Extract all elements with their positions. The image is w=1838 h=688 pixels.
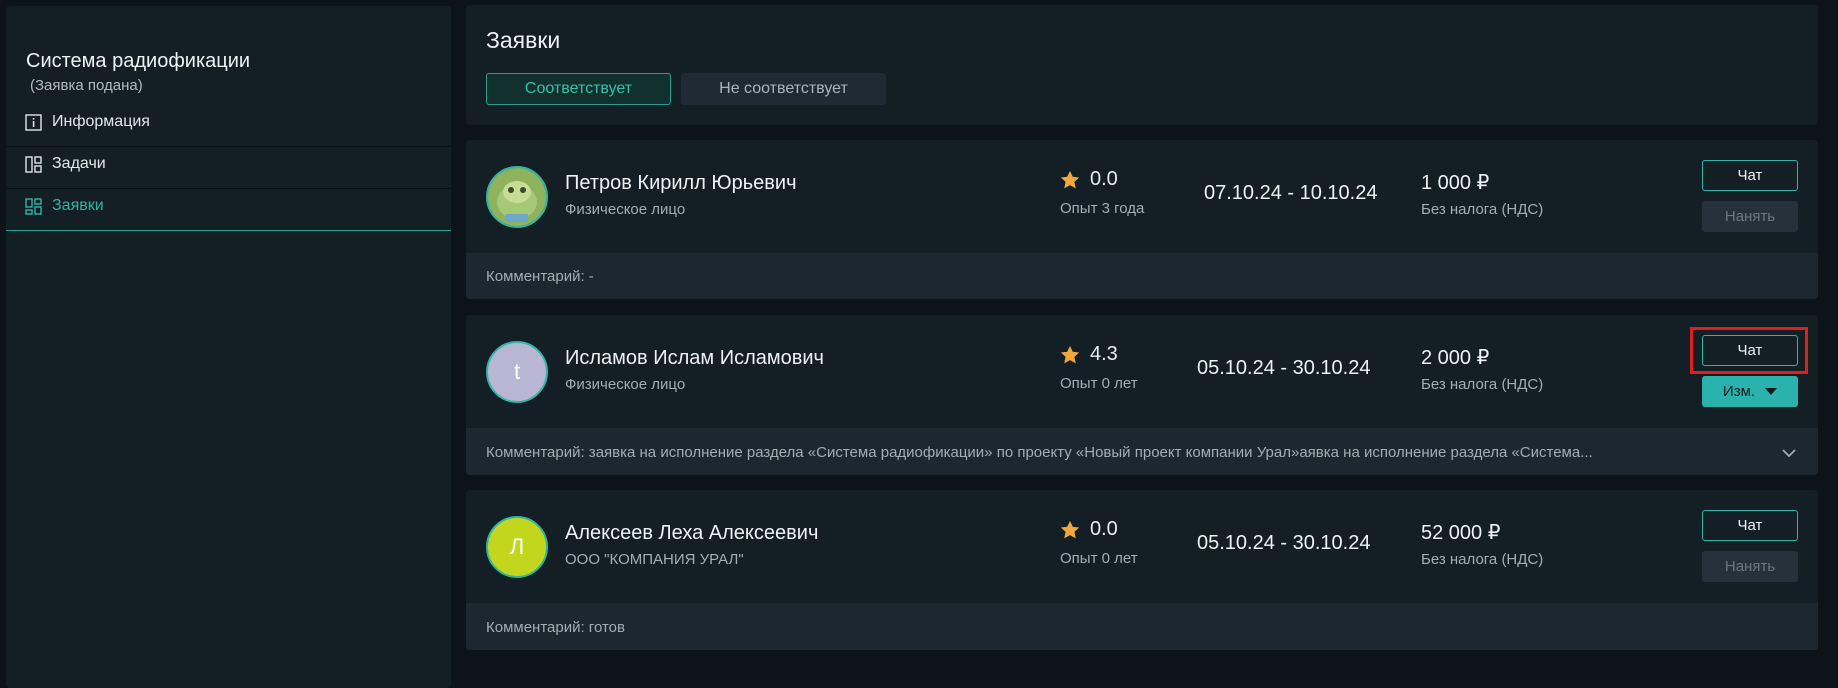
sidebar-item-label: Задачи [52,155,106,172]
date-range: 05.10.24 - 30.10.24 [1197,532,1371,554]
avatar-letter: Л [509,534,525,559]
chat-button[interactable]: Чат [1702,160,1798,191]
sidebar-item-label: Информация [52,113,150,130]
chevron-down-icon[interactable] [1782,446,1796,460]
star-icon [1060,170,1080,188]
tab-matches[interactable]: Соответствует [486,73,671,105]
hire-button[interactable]: Нанять [1702,201,1798,232]
applicant-type: Физическое лицо [565,201,686,218]
chat-button[interactable]: Чат [1702,335,1798,366]
application-card: t Исламов Ислам Исламович Физическое лиц… [466,315,1818,475]
edit-dropdown-button[interactable]: Изм. [1702,376,1798,407]
experience: Опыт 0 лет [1060,550,1138,567]
star-icon [1060,520,1080,538]
star-icon [1060,345,1080,363]
tax-note: Без налога (НДС) [1421,376,1544,393]
avatar [486,166,548,228]
rating-value: 0.0 [1090,168,1118,190]
project-status: (Заявка подана) [30,77,143,94]
applications-header: Заявки Соответствует Не соответствует [466,5,1818,125]
comment: Комментарий: заявка на исполнение раздел… [466,430,1818,475]
applicant-name: Петров Кирилл Юрьевич [565,172,797,194]
comment-text: Комментарий: заявка на исполнение раздел… [486,444,1593,461]
project-title: Система радиофикации [26,50,251,72]
comment: Комментарий: готов [486,619,625,636]
sidebar-item-label: Заявки [52,197,104,214]
comment: Комментарий: - [486,268,594,285]
rating: 0.0 [1059,168,1118,191]
sidebar-item-applications[interactable]: Заявки [6,182,451,231]
layout-icon [25,155,42,173]
applicant-name: Исламов Ислам Исламович [565,347,824,369]
edit-label: Изм. [1722,383,1756,400]
rating: 4.3 [1059,343,1118,366]
avatar: t [486,341,548,403]
rating-value: 0.0 [1090,518,1118,540]
sidebar: Система радиофикации (Заявка подана) Инф… [6,6,451,688]
chat-button[interactable]: Чат [1702,510,1798,541]
applicant-name: Алексеев Леха Алексеевич [565,522,819,544]
rating: 0.0 [1059,518,1118,541]
application-card: Петров Кирилл Юрьевич Физическое лицо 0.… [466,140,1818,299]
caret-down-icon [1765,388,1778,395]
date-range: 05.10.24 - 30.10.24 [1197,357,1371,379]
experience: Опыт 3 года [1060,200,1145,217]
info-icon [25,113,42,131]
applicant-type: ООО "КОМПАНИЯ УРАЛ" [565,551,744,568]
tax-note: Без налога (НДС) [1421,551,1544,568]
grid-icon [25,197,42,215]
rating-value: 4.3 [1090,343,1118,365]
experience: Опыт 0 лет [1060,375,1138,392]
price: 2 000 ₽ [1421,347,1490,369]
date-range: 07.10.24 - 10.10.24 [1204,182,1378,204]
hire-button[interactable]: Нанять [1702,551,1798,582]
applicant-type: Физическое лицо [565,376,686,393]
price: 1 000 ₽ [1421,172,1490,194]
application-card: Л Алексеев Леха Алексеевич ООО "КОМПАНИЯ… [466,490,1818,650]
page-title: Заявки [486,27,561,53]
avatar-image [488,168,546,226]
price: 52 000 ₽ [1421,522,1501,544]
tax-note: Без налога (НДС) [1421,201,1544,218]
avatar-letter: t [513,359,521,384]
tab-not-matches[interactable]: Не соответствует [681,73,886,105]
avatar: Л [486,516,548,578]
